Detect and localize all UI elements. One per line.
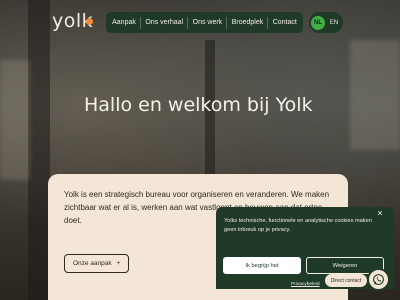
onze-aanpak-label: Onze aanpak (73, 260, 112, 267)
nav-item-aanpak[interactable]: Aanpak (112, 19, 136, 26)
cookie-text: Yolks technische, functionele en analyti… (224, 218, 372, 233)
main-navigation: Aanpak Ons verhaal Ons werk Broedplek Co… (106, 12, 303, 33)
plus-icon: + (116, 260, 121, 267)
direct-contact-label[interactable]: Direct contact (325, 274, 367, 287)
language-nl[interactable]: NL (311, 15, 325, 30)
nav-divider (187, 16, 189, 29)
background-window-light (0, 60, 30, 180)
close-icon[interactable]: × (375, 208, 385, 218)
nav-divider (140, 16, 142, 29)
nav-item-ons-werk[interactable]: Ons werk (193, 19, 223, 26)
onze-aanpak-button[interactable]: Onze aanpak + (64, 254, 130, 273)
language-switcher: NL EN (309, 12, 343, 33)
whatsapp-icon (373, 274, 384, 285)
background-window-light-right (350, 40, 400, 150)
nav-item-contact[interactable]: Contact (273, 19, 297, 26)
cookie-accept-button[interactable]: Ik begrijp het (223, 257, 301, 274)
language-en[interactable]: EN (327, 16, 341, 30)
logo-dot-icon (86, 18, 93, 25)
hero-title: Hallo en welkom bij Yolk (84, 94, 313, 116)
nav-divider (267, 16, 269, 29)
whatsapp-button[interactable] (367, 268, 390, 291)
nav-item-ons-verhaal[interactable]: Ons verhaal (145, 19, 183, 26)
nav-item-broedplek[interactable]: Broedplek (232, 19, 264, 26)
privacy-policy-link[interactable]: Privacybeleid (291, 282, 320, 287)
background-pillar-left (28, 0, 50, 300)
nav-divider (226, 16, 228, 29)
